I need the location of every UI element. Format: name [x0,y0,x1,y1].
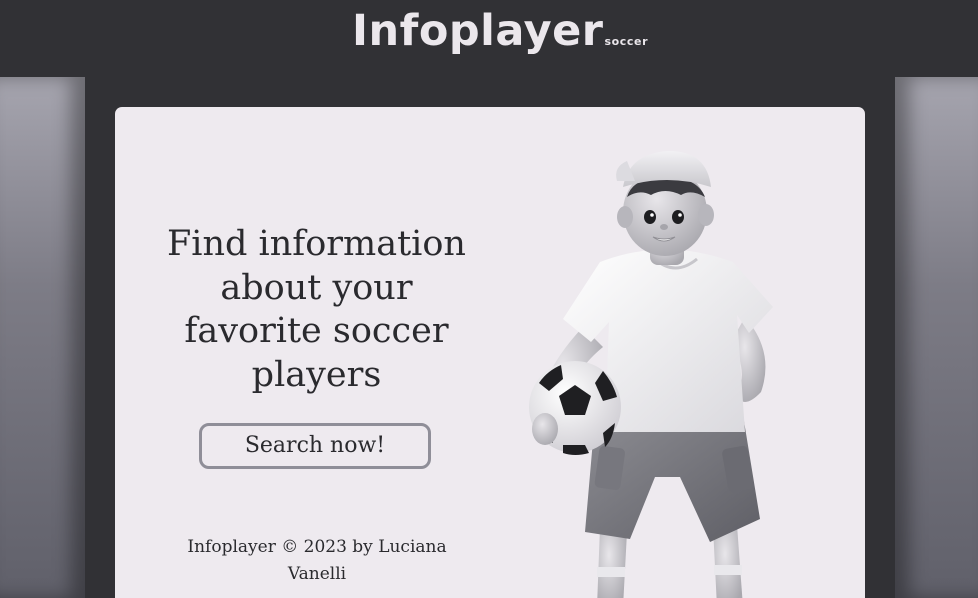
logo-main-text: Infoplayer [352,6,604,56]
left-background-panel [0,77,85,598]
footer-credit: Infoplayer © 2023 by Luciana Vanelli [187,537,447,584]
hero-card: Find information about your favorite soc… [115,107,865,598]
site-logo[interactable]: Infoplayersoccer [352,6,648,56]
right-background-panel [895,77,978,598]
hero-headline: Find information about your favorite soc… [167,224,466,395]
search-now-button[interactable]: Search now! [199,423,431,469]
boy-with-soccer-ball-illustration [529,151,773,598]
site-header: Infoplayersoccer [0,0,978,77]
logo-sub-text: soccer [604,35,649,48]
